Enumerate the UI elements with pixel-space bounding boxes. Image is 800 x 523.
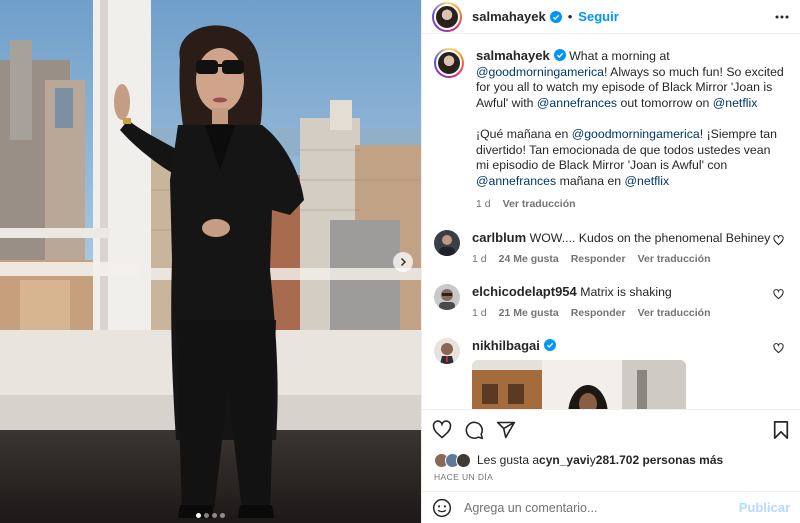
more-options-icon [775,15,789,18]
add-comment-bar: Publicar [422,491,800,523]
comment-likes[interactable]: 24 Me gusta [499,251,559,267]
caption-meta: 1 d Ver traducción [476,197,786,213]
comment-body: carlblum WOW.... Kudos on the phenomenal… [472,230,788,267]
caption-username[interactable]: salmahayek [476,48,550,63]
avatar[interactable] [434,337,460,364]
verified-badge-icon [549,10,562,23]
carousel-indicator [0,513,421,518]
mention-link[interactable]: @netflix [713,96,758,110]
comment-item: elchicodelapt954 Matrix is shaking 1 d 2… [434,283,788,321]
reply-button[interactable]: Responder [571,251,626,267]
mention-link[interactable]: @goodmorningamerica [476,65,604,79]
comment-body: elchicodelapt954 Matrix is shaking 1 d 2… [472,284,788,321]
like-comment-button[interactable] [773,288,784,303]
verified-badge-icon [553,49,566,61]
avatar[interactable] [434,229,460,256]
carousel-dot [212,513,217,518]
author-avatar[interactable] [434,48,464,78]
like-comment-button[interactable] [773,342,784,357]
mention-link[interactable]: @annefrances [476,174,556,188]
post-panel: salmahayek • Seguir salmahayek What a mo… [421,0,800,523]
action-bar [422,409,800,449]
comment-item: nikhilbagai [434,337,788,409]
carousel-next-button[interactable] [393,252,413,272]
likes-count[interactable]: 281.702 personas más [596,453,723,467]
share-button[interactable] [496,420,516,440]
likes-user[interactable]: cyn_yavi [539,453,590,467]
post-header: salmahayek • Seguir [422,0,800,34]
emoji-icon [432,498,452,517]
comment-input[interactable] [464,500,739,515]
caption-body: salmahayek What a morning at @goodmornin… [476,48,786,213]
comment-time: 1 d [472,252,487,265]
liker-avatars [434,452,471,468]
comment-text: Matrix is shaking [580,284,672,299]
carousel-dot [204,513,209,518]
see-translation-button[interactable]: Ver traducción [638,251,711,267]
post-photo [0,0,421,523]
share-icon [496,421,516,438]
instagram-post: salmahayek • Seguir salmahayek What a mo… [0,0,800,523]
mention-link[interactable]: @annefrances [537,96,617,110]
comment-meta: 1 d 24 Me gusta Responder Ver traducción [472,251,788,267]
author-username[interactable]: salmahayek [472,9,546,24]
comment-meta: 1 d 21 Me gusta Responder Ver traducción [472,305,788,321]
comment-username[interactable]: carlblum [472,230,526,245]
comment-time: 1 d [472,306,487,319]
heart-icon [773,234,784,245]
like-button[interactable] [432,419,452,440]
heart-icon [773,288,784,299]
avatar[interactable] [434,283,460,310]
save-button[interactable] [772,420,790,440]
separator: • [567,9,573,24]
comment-username[interactable]: nikhilbagai [472,338,540,353]
caption: salmahayek What a morning at @goodmornin… [434,48,788,213]
comment-item: carlblum WOW.... Kudos on the phenomenal… [434,229,788,267]
carousel-dot [220,513,225,518]
author-avatar[interactable] [432,1,462,32]
publish-button[interactable]: Publicar [739,500,790,515]
see-translation-button[interactable]: Ver traducción [503,197,576,213]
chevron-right-icon [401,258,406,266]
caption-time: 1 d [476,197,491,210]
follow-button[interactable]: Seguir [578,9,618,24]
post-media[interactable] [0,0,421,523]
see-translation-button[interactable]: Ver traducción [638,305,711,321]
post-time[interactable]: HACE UN DÍA [422,471,800,487]
comment-image[interactable] [472,359,686,409]
like-comment-button[interactable] [773,234,784,249]
comment-button[interactable] [464,420,484,440]
heart-icon [432,419,452,439]
comment-text: WOW.... Kudos on the phenomenal Behiney [529,230,771,245]
more-options-button[interactable] [774,9,790,25]
likes-summary[interactable]: Les gusta a cyn_yavi y 281.702 personas … [422,449,800,471]
comment-username[interactable]: elchicodelapt954 [472,284,577,299]
verified-badge-icon [543,338,556,351]
comments-list[interactable]: salmahayek What a morning at @goodmornin… [422,34,800,409]
emoji-button[interactable] [432,498,452,518]
bookmark-icon [773,420,789,439]
caption-text-es: ¡Qué mañana en @goodmorningamerica! ¡Sie… [476,126,777,188]
comment-likes[interactable]: 21 Me gusta [499,305,559,321]
heart-icon [773,342,784,353]
mention-link[interactable]: @goodmorningamerica [572,127,700,141]
carousel-dot [196,513,201,518]
mention-link[interactable]: @netflix [625,174,670,188]
comment-body: nikhilbagai [472,338,788,409]
comment-icon [465,421,484,439]
reply-button[interactable]: Responder [571,305,626,321]
likes-prefix: Les gusta a [477,453,540,467]
